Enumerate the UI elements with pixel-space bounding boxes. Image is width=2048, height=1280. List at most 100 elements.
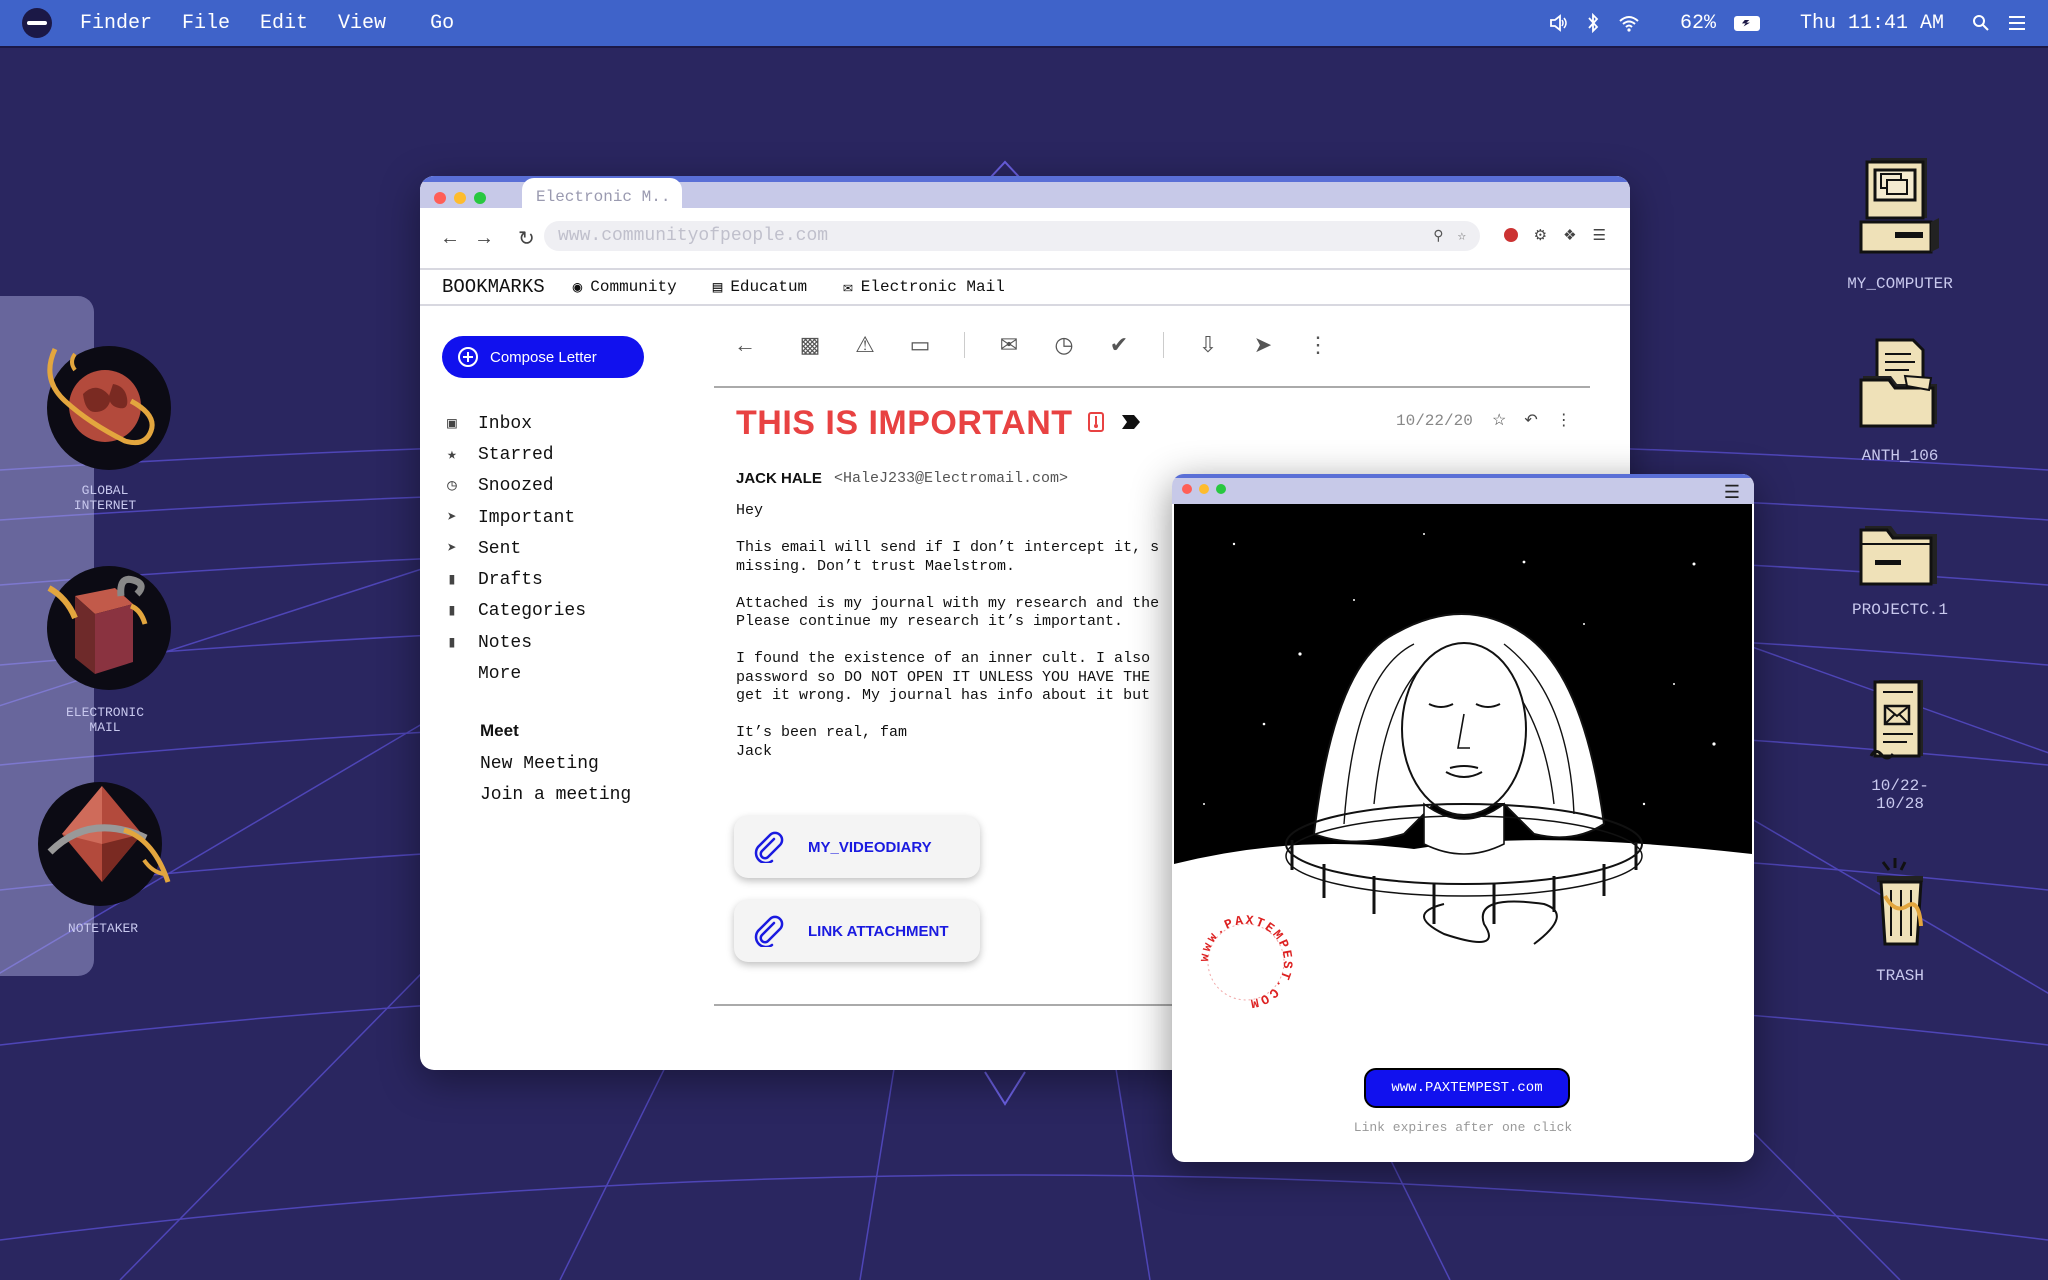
compose-letter-button[interactable]: Compose Letter (442, 336, 644, 378)
envelope-icon: ✉ (843, 279, 853, 297)
attachment-label: LINK ATTACHMENT (808, 922, 949, 940)
folder-sent[interactable]: ➤ Sent (444, 533, 684, 564)
clock[interactable]: Thu 11:41 AM (1800, 12, 1944, 35)
dock-item-electronic-mail[interactable]: ELECTRONIC MAIL (30, 566, 180, 735)
forward-arrow-icon[interactable]: → (474, 227, 494, 250)
desktop-icon-my-computer[interactable]: MY_COMPUTER (1830, 154, 1970, 293)
popup-menu-icon[interactable]: ☰ (1724, 482, 1740, 503)
dock-item-global-internet[interactable]: GLOBAL INTERNET (30, 344, 180, 513)
tab-bar: Electronic M.. (420, 176, 1630, 218)
folder-categories[interactable]: ▮ Categories (444, 596, 684, 627)
search-icon[interactable] (1972, 14, 1990, 32)
folder-snoozed[interactable]: ◷ Snoozed (444, 471, 684, 502)
folder-important[interactable]: ➤ Important (444, 502, 684, 533)
add-task-icon[interactable]: ✔ (1108, 332, 1130, 357)
folder-more[interactable]: More (444, 658, 684, 689)
mark-unread-icon[interactable]: ✉ (998, 332, 1020, 357)
folder-icon (1859, 526, 1937, 586)
clock-icon: ◷ (447, 477, 457, 496)
address-bar[interactable]: www.communityofpeople.com ⚲ ☆ (544, 221, 1480, 251)
folder-list: ▣ Inbox ★ Starred ◷ Snoozed ➤ Important ➤ Sen… (444, 408, 684, 690)
link-expiry-note: Link expires after one click (1353, 1120, 1573, 1135)
bookmarks-title: BOOKMARKS (442, 276, 545, 298)
paperclip-icon (754, 831, 784, 863)
volume-icon[interactable] (1548, 13, 1568, 33)
url-text: www.communityofpeople.com (558, 226, 829, 246)
extensions-puzzle-icon[interactable]: ❖ (1563, 226, 1576, 244)
thermometer-icon[interactable] (1088, 412, 1104, 432)
message-body: Hey This email will send if I don’t inte… (736, 502, 1160, 760)
divider (714, 386, 1590, 388)
back-arrow-icon[interactable]: ← (440, 227, 460, 250)
bookmarks-bar: BOOKMARKS ◉ Community ▤ Educatum ✉ Electron… (420, 270, 1630, 306)
send-icon: ➤ (447, 539, 457, 558)
menu-list-icon[interactable] (2008, 15, 2026, 31)
menu-bar: Finder File Edit View Go 62% Thu 11:41 A… (0, 0, 2048, 48)
system-logo-icon[interactable] (22, 8, 52, 38)
attachment-videodiary[interactable]: MY_VIDEODIARY (734, 816, 980, 878)
settings-gear-icon[interactable]: ⚙ (1534, 226, 1547, 244)
bookmark-label: Electronic Mail (860, 278, 1005, 296)
folder-starred[interactable]: ★ Starred (444, 439, 684, 470)
folder-notes[interactable]: ▮ Notes (444, 627, 684, 658)
folder-inbox[interactable]: ▣ Inbox (444, 408, 684, 439)
crystal-icon (38, 782, 171, 906)
label-icon[interactable]: ➤ (1252, 332, 1274, 357)
meet-list: New Meeting Join a meeting (480, 748, 631, 810)
menu-file[interactable]: File (182, 12, 230, 35)
folder-drafts[interactable]: ▮ Drafts (444, 564, 684, 595)
folder-label: Drafts (478, 570, 543, 591)
reply-icon[interactable]: ↶ (1524, 410, 1537, 430)
bookmark-community[interactable]: ◉ Community (573, 277, 677, 297)
back-icon[interactable]: ← (734, 332, 756, 357)
more-icon[interactable]: ⋮ (1556, 410, 1572, 430)
snooze-icon[interactable]: ◷ (1053, 332, 1075, 357)
star-icon[interactable]: ☆ (1492, 410, 1506, 430)
menu-view[interactable]: View (338, 12, 386, 35)
bookmark-electronic-mail[interactable]: ✉ Electronic Mail (843, 277, 1005, 297)
archive-icon[interactable]: ▩ (799, 332, 821, 357)
report-spam-icon[interactable]: ⚠ (854, 332, 876, 357)
attachment-link[interactable]: LINK ATTACHMENT (734, 900, 980, 962)
more-options-icon[interactable]: ⋮ (1307, 332, 1329, 357)
message-date: 10/22/20 (1396, 412, 1473, 430)
minimize-window-button[interactable] (1199, 484, 1209, 494)
popup-title-bar: ☰ (1172, 474, 1754, 504)
menu-edit[interactable]: Edit (260, 12, 308, 35)
menu-go[interactable]: Go (430, 12, 454, 35)
menu-finder[interactable]: Finder (80, 12, 152, 35)
important-tag-icon[interactable] (1122, 415, 1140, 429)
delete-icon[interactable]: ▭ (909, 332, 931, 357)
inbox-icon: ▣ (447, 414, 457, 433)
reload-icon[interactable]: ↻ (518, 226, 535, 251)
desktop-icon-10-22-10-28[interactable]: 10/22- 10/28 (1830, 676, 1970, 813)
folder-label: Notes (478, 632, 533, 653)
folder-label: Important (478, 507, 576, 528)
minimize-window-button[interactable] (454, 192, 466, 204)
zoom-window-button[interactable] (1216, 484, 1226, 494)
paxtempest-link-button[interactable]: www.PAXTEMPEST.com (1364, 1068, 1570, 1108)
folder-label: Starred (478, 444, 554, 465)
new-meeting-link[interactable]: New Meeting (480, 748, 631, 779)
browser-menu-icon[interactable]: ☰ (1593, 226, 1606, 244)
bluetooth-icon[interactable] (1586, 13, 1600, 33)
bookmark-educatum[interactable]: ▤ Educatum (713, 277, 807, 297)
wifi-icon[interactable] (1618, 14, 1640, 32)
close-window-button[interactable] (1182, 484, 1192, 494)
zoom-window-button[interactable] (474, 192, 486, 204)
window-controls (1182, 484, 1226, 494)
folder-docs-icon (1859, 338, 1937, 428)
desktop-icon-trash[interactable]: TRASH (1830, 856, 1970, 985)
dock-item-notetaker[interactable]: NOTETAKER (28, 782, 178, 936)
join-meeting-link[interactable]: Join a meeting (480, 779, 631, 810)
bookmark-star-icon[interactable]: ☆ (1458, 228, 1466, 245)
move-to-icon[interactable]: ⇩ (1197, 332, 1219, 357)
dock-label: ELECTRONIC MAIL (65, 705, 144, 735)
close-window-button[interactable] (434, 192, 446, 204)
zoom-icon[interactable]: ⚲ (1433, 228, 1443, 245)
desktop-icon-anth-106[interactable]: ANTH_106 (1830, 336, 1970, 465)
battery-icon[interactable] (1733, 15, 1760, 31)
profile-badge-icon[interactable] (1503, 228, 1518, 242)
desktop-icon-projectc[interactable]: PROJECTC.1 (1830, 520, 1970, 619)
